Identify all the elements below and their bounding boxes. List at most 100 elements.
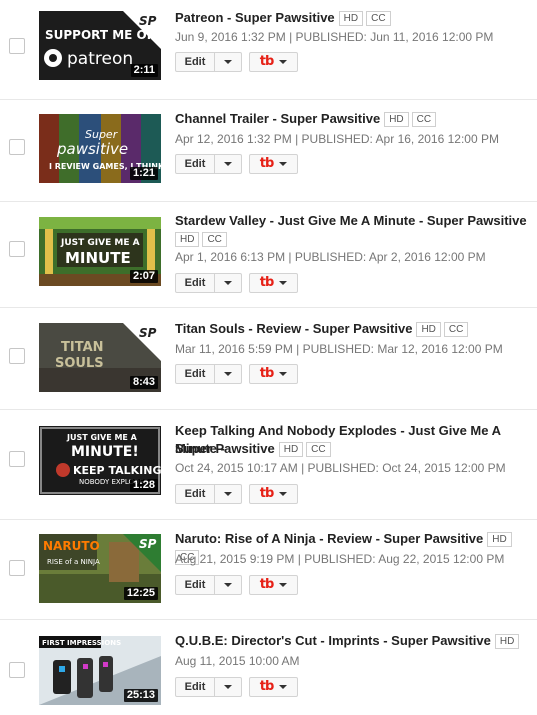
edit-button[interactable]: Edit [175,677,215,697]
svg-text:MINUTE!: MINUTE! [71,444,139,460]
video-thumbnail[interactable]: SP NARUTO RISE of a NINJA 12:25 [39,534,161,603]
thumb-text: SUPPORT ME ON [45,28,157,42]
tubebuddy-button[interactable]: tb [249,575,298,595]
edit-button[interactable]: Edit [175,154,215,174]
tubebuddy-button[interactable]: tb [249,364,298,384]
video-dates: Jun 9, 2016 1:32 PM | PUBLISHED: Jun 11,… [175,30,494,44]
action-buttons: Edit tb [175,154,298,174]
video-row: JUST GIVE ME A MINUTE 2:07 Stardew Valle… [0,202,537,308]
chevron-down-icon [279,685,288,689]
chevron-down-icon [279,60,288,64]
select-checkbox[interactable] [9,348,25,364]
select-checkbox[interactable] [9,451,25,467]
edit-group: Edit [175,273,242,293]
edit-button[interactable]: Edit [175,273,215,293]
svg-text:SOULS: SOULS [55,356,104,371]
action-buttons: Edit tb [175,364,298,384]
video-title-line: Channel Trailer - Super Pawsitive HD CC [175,110,439,128]
chevron-down-icon [279,372,288,376]
video-title[interactable]: Channel Trailer - Super Pawsitive [175,111,380,126]
chevron-down-icon [224,60,232,64]
duration-label: 1:28 [129,479,158,492]
video-thumbnail[interactable]: JUST GIVE ME A MINUTE 2:07 [39,217,161,286]
svg-text:MINUTE: MINUTE [65,249,131,267]
edit-dropdown-button[interactable] [215,154,242,174]
video-title-line: Titan Souls - Review - Super Pawsitive HD… [175,320,471,338]
video-title-continued[interactable]: Super Pawsitive [175,441,275,456]
video-title-line: Patreon - Super Pawsitive HD CC [175,9,394,27]
cc-badge: CC [366,11,391,26]
video-title[interactable]: Q.U.B.E: Director's Cut - Imprints - Sup… [175,633,491,648]
video-title[interactable]: Patreon - Super Pawsitive [175,10,335,25]
video-title[interactable]: Stardew Valley - Just Give Me A Minute -… [175,213,527,228]
hd-badge: HD [278,442,304,457]
edit-dropdown-button[interactable] [215,677,242,697]
duration-label: 8:43 [129,376,158,389]
cc-badge: CC [411,112,437,127]
video-title-line-2: Super Pawsitive HD CC [175,440,334,458]
tubebuddy-button[interactable]: tb [249,273,298,293]
hd-badge: HD [494,634,520,649]
video-dates: Oct 24, 2015 10:17 AM | PUBLISHED: Oct 2… [175,461,506,475]
chevron-down-icon [224,162,232,166]
video-title[interactable]: Naruto: Rise of A Ninja - Review - Super… [175,531,483,546]
svg-text:RISE of a NINJA: RISE of a NINJA [47,558,100,566]
select-checkbox[interactable] [9,662,25,678]
chevron-down-icon [279,492,288,496]
cc-badge: CC [202,232,227,247]
video-thumbnail[interactable]: SP SUPPORT ME ON patreon 2:11 [39,11,161,80]
edit-dropdown-button[interactable] [215,575,242,595]
video-row: FIRST IMPRESSIONS 25:13 Q.U.B.E: Directo… [0,620,537,715]
select-checkbox[interactable] [9,560,25,576]
select-checkbox[interactable] [9,38,25,54]
video-title[interactable]: Titan Souls - Review - Super Pawsitive [175,321,412,336]
svg-text:TITAN: TITAN [61,340,104,355]
hd-badge: HD [384,112,409,127]
svg-text:NARUTO: NARUTO [43,539,100,553]
action-buttons: Edit tb [175,575,298,595]
chevron-down-icon [224,492,232,496]
video-title-line: Q.U.B.E: Director's Cut - Imprints - Sup… [175,632,522,650]
edit-button[interactable]: Edit [175,364,215,384]
video-thumbnail[interactable]: Super pawsitive I REVIEW GAMES, I THINK … [39,114,161,183]
tubebuddy-icon: tb [259,577,274,592]
cc-badge: CC [306,442,331,457]
hd-badge: HD [487,532,512,547]
tubebuddy-icon: tb [259,366,274,381]
edit-group: Edit [175,154,242,174]
tubebuddy-button[interactable]: tb [249,677,298,697]
video-thumbnail[interactable]: FIRST IMPRESSIONS 25:13 [39,636,161,705]
action-buttons: Edit tb [175,484,298,504]
svg-text:SP: SP [139,537,157,551]
video-thumbnail[interactable]: SP TITAN SOULS 8:43 [39,323,161,392]
svg-text:JUST GIVE ME A: JUST GIVE ME A [60,238,140,248]
video-row: Super pawsitive I REVIEW GAMES, I THINK … [0,100,537,202]
tubebuddy-button[interactable]: tb [249,154,298,174]
tubebuddy-button[interactable]: tb [249,484,298,504]
edit-button[interactable]: Edit [175,484,215,504]
tubebuddy-icon: tb [259,54,274,69]
edit-dropdown-button[interactable] [215,52,242,72]
tubebuddy-button[interactable]: tb [249,52,298,72]
tubebuddy-icon: tb [259,156,274,171]
edit-group: Edit [175,52,242,72]
select-checkbox[interactable] [9,139,25,155]
svg-text:FIRST IMPRESSIONS: FIRST IMPRESSIONS [42,639,121,647]
edit-button[interactable]: Edit [175,52,215,72]
video-dates: Mar 11, 2016 5:59 PM | PUBLISHED: Mar 12… [175,342,503,356]
tubebuddy-icon: tb [259,486,274,501]
video-thumbnail[interactable]: JUST GIVE ME A MINUTE! KEEP TALKING NOBO… [39,426,161,495]
chevron-down-icon [224,685,232,689]
action-buttons: Edit tb [175,273,298,293]
chevron-down-icon [224,372,232,376]
chevron-down-icon [279,281,288,285]
video-dates: Apr 12, 2016 1:32 PM | PUBLISHED: Apr 16… [175,132,499,146]
edit-dropdown-button[interactable] [215,484,242,504]
edit-dropdown-button[interactable] [215,364,242,384]
edit-dropdown-button[interactable] [215,273,242,293]
select-checkbox[interactable] [9,241,25,257]
video-row: SP NARUTO RISE of a NINJA 12:25 Naruto: … [0,520,537,620]
edit-button[interactable]: Edit [175,575,215,595]
svg-text:KEEP TALKING: KEEP TALKING [73,464,161,477]
hd-badge: HD [338,11,364,26]
